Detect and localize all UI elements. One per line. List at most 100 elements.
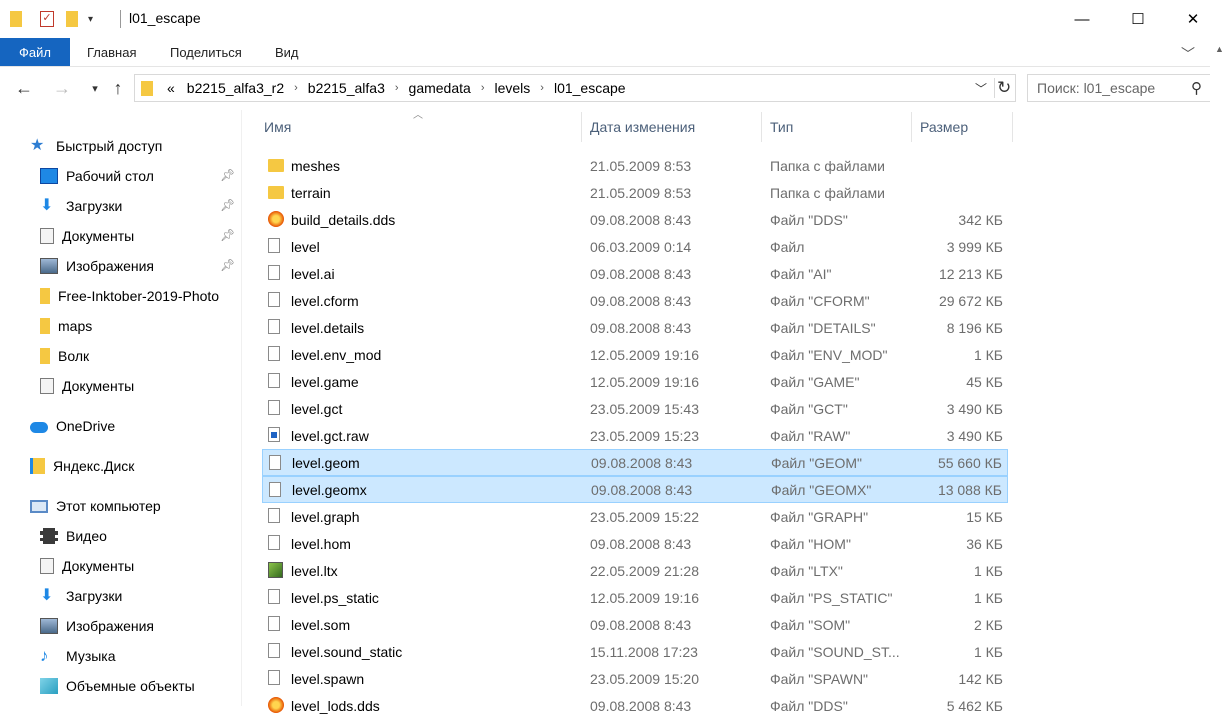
- sidebar-quick-access[interactable]: ★ Быстрый доступ: [30, 132, 240, 160]
- up-button[interactable]: ↑: [105, 77, 131, 99]
- breadcrumb-item[interactable]: levels: [488, 80, 536, 96]
- sidebar-item-label: Быстрый доступ: [56, 138, 163, 154]
- file-row[interactable]: level.spawn 23.05.2009 15:20 Файл "SPAWN" 1…: [262, 665, 1008, 692]
- scroll-up-icon[interactable]: ▲: [1215, 44, 1224, 54]
- file-row[interactable]: level.cform 09.08.2008 8:43 Файл "CFORM" 29…: [262, 287, 1008, 314]
- breadcrumb-overflow[interactable]: «: [161, 80, 181, 96]
- column-header-type[interactable]: Тип: [762, 112, 912, 142]
- file-size: 142 КБ: [958, 670, 1003, 687]
- column-header-name[interactable]: Имя: [256, 112, 582, 142]
- chevron-right-icon[interactable]: ›: [391, 82, 403, 94]
- sidebar-item-documents-3[interactable]: Документы: [40, 552, 250, 580]
- file-row[interactable]: level.gct 23.05.2009 15:43 Файл "GCT" 3 490…: [262, 395, 1008, 422]
- sidebar-item-free-inktober[interactable]: Free-Inktober-2019-Photo: [40, 282, 238, 310]
- file-row[interactable]: level.graph 23.05.2009 15:22 Файл "GRAPH" 1…: [262, 503, 1008, 530]
- sidebar-item-maps[interactable]: maps: [40, 312, 250, 340]
- chevron-right-icon[interactable]: ›: [290, 82, 302, 94]
- file-row[interactable]: level.geomx 09.08.2008 8:43 Файл "GEOMX" 13…: [262, 476, 1008, 503]
- search-input[interactable]: Поиск: l01_escape ⚲: [1027, 74, 1214, 102]
- file-row[interactable]: level.gct.raw 23.05.2009 15:23 Файл "RAW" 3…: [262, 422, 1008, 449]
- breadcrumb-item[interactable]: b2215_alfa3_r2: [181, 80, 290, 96]
- minimize-button[interactable]: —: [1059, 0, 1105, 38]
- column-header-date[interactable]: Дата изменения: [582, 112, 762, 142]
- file-date: 23.05.2009 15:23: [590, 427, 699, 444]
- file-date: 23.05.2009 15:20: [590, 670, 699, 687]
- file-row[interactable]: level.hom 09.08.2008 8:43 Файл "HOM" 36 КБ: [262, 530, 1008, 557]
- file-row[interactable]: build_details.dds 09.08.2008 8:43 Файл "DD…: [262, 206, 1008, 233]
- sidebar-item-documents-2[interactable]: Документы: [40, 372, 250, 400]
- sidebar-item-music[interactable]: ♪ Музыка: [40, 642, 250, 670]
- sidebar-item-this-pc[interactable]: Этот компьютер: [30, 492, 240, 520]
- sidebar-item-desktop[interactable]: Рабочий стол: [40, 162, 250, 190]
- pane-splitter[interactable]: [241, 110, 242, 706]
- address-history-icon[interactable]: ﹀: [975, 80, 987, 97]
- file-date: 09.08.2008 8:43: [590, 292, 692, 309]
- tab-share[interactable]: Поделиться: [170, 38, 242, 66]
- address-bar[interactable]: « b2215_alfa3_r2 › b2215_alfa3 › gamedat…: [134, 74, 1016, 102]
- sidebar-item-video[interactable]: Видео: [40, 522, 250, 550]
- column-header-label: Размер: [920, 119, 969, 135]
- file-row[interactable]: level.game 12.05.2009 19:16 Файл "GAME" 45 …: [262, 368, 1008, 395]
- desktop-icon: [40, 168, 58, 184]
- sidebar-item-yandex-disk[interactable]: Яндекс.Диск: [30, 452, 240, 480]
- file-row[interactable]: meshes 21.05.2009 8:53 Папка с файлами: [262, 152, 1008, 179]
- tab-view[interactable]: Вид: [275, 38, 299, 66]
- file-row[interactable]: level.details 09.08.2008 8:43 Файл "DETAIL…: [262, 314, 1008, 341]
- file-date: 09.08.2008 8:43: [590, 616, 692, 633]
- breadcrumb-item[interactable]: l01_escape: [548, 80, 632, 96]
- column-divider[interactable]: [1012, 112, 1013, 142]
- file-row[interactable]: level.geom 09.08.2008 8:43 Файл "GEOM" 55 6…: [262, 449, 1008, 476]
- file-size: 342 КБ: [958, 211, 1003, 228]
- tab-home[interactable]: Главная: [87, 38, 136, 66]
- file-size: 2 КБ: [973, 616, 1003, 633]
- vertical-scrollbar[interactable]: ▲: [1210, 38, 1228, 706]
- file-row[interactable]: level.env_mod 12.05.2009 19:16 Файл "ENV_M…: [262, 341, 1008, 368]
- downloads-icon: ⬇: [40, 197, 54, 214]
- file-row[interactable]: level.ps_static 12.05.2009 19:16 Файл "PS_…: [262, 584, 1008, 611]
- sidebar-item-documents[interactable]: Документы: [40, 222, 250, 250]
- sidebar-item-onedrive[interactable]: OneDrive: [30, 412, 240, 440]
- expand-ribbon-icon[interactable]: ﹀: [1181, 44, 1195, 64]
- column-header-label: Тип: [770, 119, 794, 135]
- sidebar-item-3d-objects[interactable]: Объемные объекты: [40, 672, 250, 700]
- sidebar-item-downloads-2[interactable]: ⬇ Загрузки: [40, 582, 250, 610]
- folder-icon: [10, 11, 22, 27]
- file-row[interactable]: level 06.03.2009 0:14 Файл 3 999 КБ: [262, 233, 1008, 260]
- file-row[interactable]: level.sound_static 15.11.2008 17:23 Файл "…: [262, 638, 1008, 665]
- tab-file[interactable]: Файл: [0, 38, 70, 66]
- file-row[interactable]: level.som 09.08.2008 8:43 Файл "SOM" 2 КБ: [262, 611, 1008, 638]
- file-row[interactable]: terrain 21.05.2009 8:53 Папка с файлами: [262, 179, 1008, 206]
- pin-icon[interactable]: 📌︎: [220, 198, 235, 212]
- sidebar-item-pictures[interactable]: Изображения: [40, 252, 250, 280]
- pin-icon[interactable]: 📌︎: [220, 258, 235, 272]
- chevron-right-icon[interactable]: ›: [536, 82, 548, 94]
- sidebar-item-downloads[interactable]: ⬇ Загрузки: [40, 192, 250, 220]
- file-date: 15.11.2008 17:23: [590, 643, 698, 660]
- divider: [120, 10, 121, 28]
- breadcrumb-item[interactable]: gamedata: [403, 80, 477, 96]
- properties-icon[interactable]: ✓: [40, 11, 54, 27]
- file-size: 12 213 КБ: [938, 265, 1003, 282]
- file-date: 09.08.2008 8:43: [590, 319, 692, 336]
- chevron-right-icon[interactable]: ›: [477, 82, 489, 94]
- column-header-size[interactable]: Размер: [912, 112, 1012, 142]
- breadcrumb-item[interactable]: b2215_alfa3: [302, 80, 391, 96]
- sidebar-item-volk[interactable]: Волк: [40, 342, 250, 370]
- file-row[interactable]: level.ltx 22.05.2009 21:28 Файл "LTX" 1 КБ: [262, 557, 1008, 584]
- maximize-button[interactable]: ☐: [1115, 0, 1161, 38]
- arrow-left-icon: ←: [15, 77, 33, 98]
- close-button[interactable]: ✕: [1170, 0, 1216, 38]
- new-folder-icon[interactable]: [66, 11, 78, 27]
- sidebar-item-pictures-2[interactable]: Изображения: [40, 612, 250, 640]
- customize-toolbar-icon[interactable]: ▾: [88, 14, 93, 25]
- file-name: meshes: [291, 157, 341, 174]
- file-date: 06.03.2009 0:14: [590, 238, 692, 255]
- refresh-icon[interactable]: ↻: [997, 78, 1011, 98]
- window-title: l01_escape: [129, 10, 201, 26]
- file-row[interactable]: level.ai 09.08.2008 8:43 Файл "AI" 12 213 К…: [262, 260, 1008, 287]
- pin-icon[interactable]: 📌︎: [220, 168, 235, 182]
- file-name: level.gct: [291, 400, 343, 417]
- back-button[interactable]: ←: [11, 77, 37, 99]
- pin-icon[interactable]: 📌︎: [220, 228, 235, 242]
- forward-button[interactable]: →: [49, 77, 75, 99]
